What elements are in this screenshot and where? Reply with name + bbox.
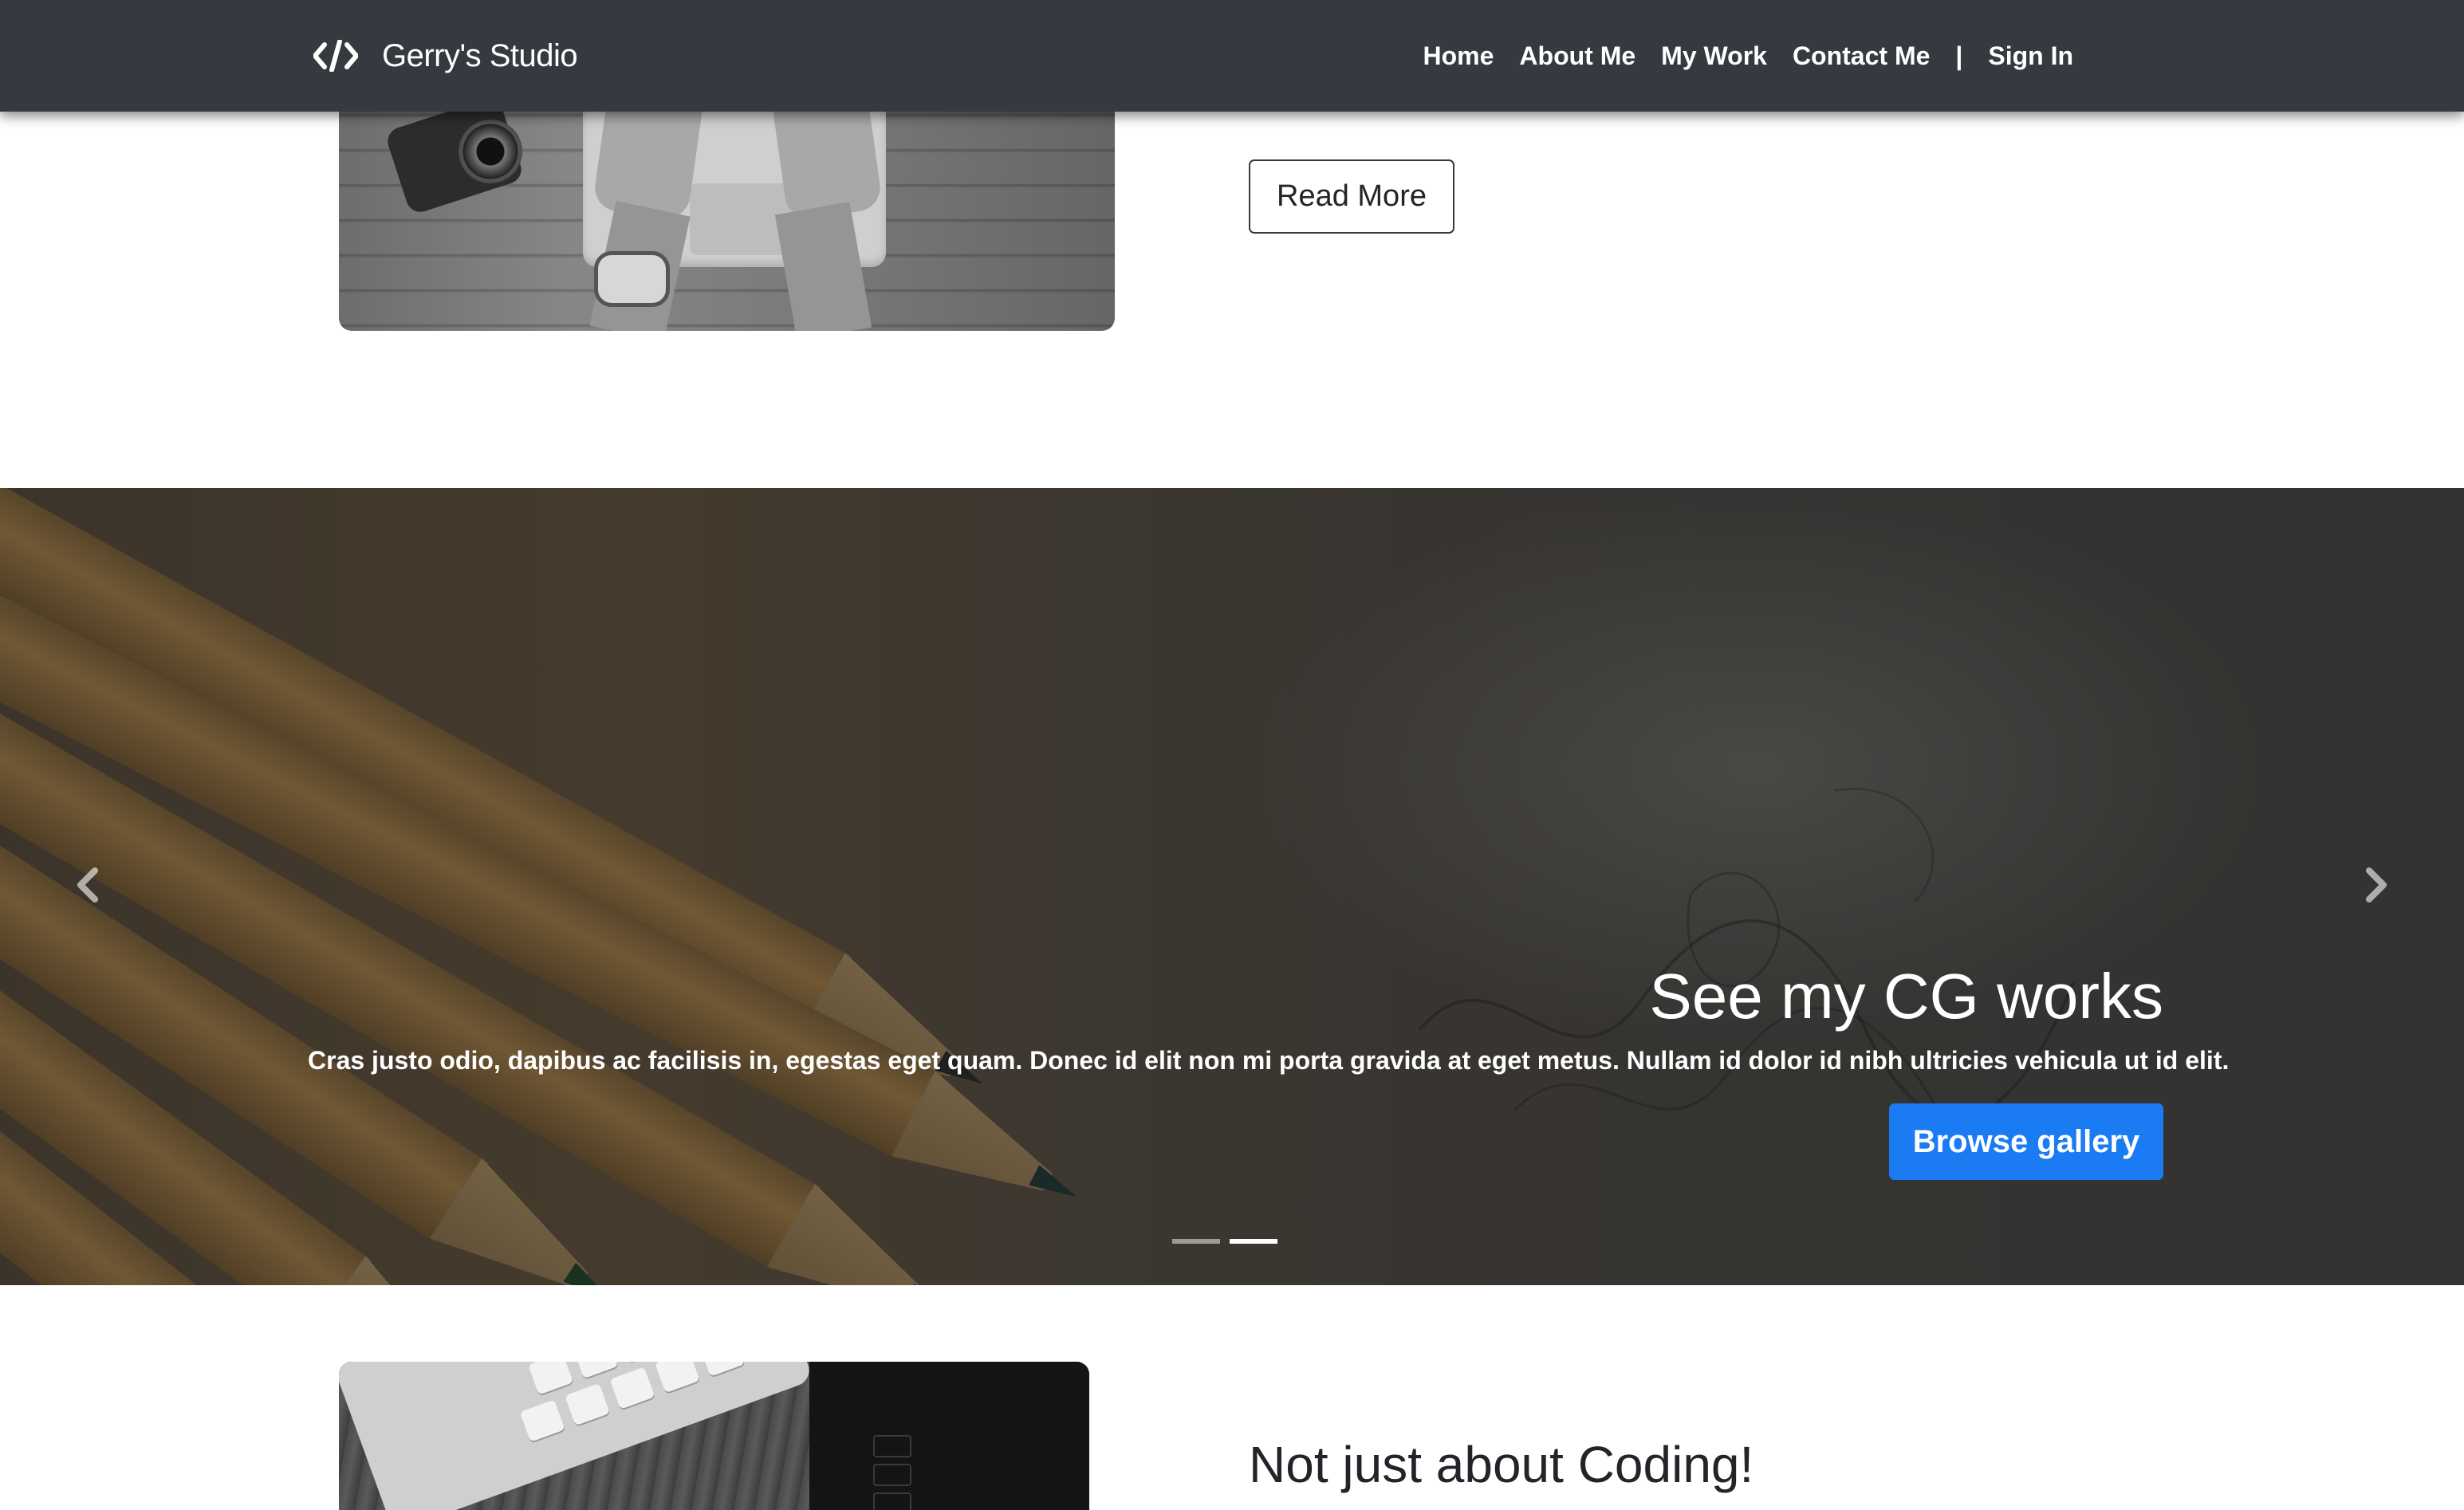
- carousel-indicator-1[interactable]: [1172, 1239, 1220, 1244]
- carousel-slide-text: Cras justo odio, dapibus ac facilisis in…: [308, 1046, 2230, 1075]
- nav-link-sign-in[interactable]: Sign In: [1988, 41, 2073, 71]
- featurette-image-keyboard: [339, 1362, 1089, 1510]
- nav-link-contact-me[interactable]: Contact Me: [1793, 41, 1930, 71]
- navbar: Gerry's Studio Home About Me My Work Con…: [0, 0, 2464, 112]
- carousel-slide-title: See my CG works: [1649, 961, 2163, 1032]
- carousel-caption: See my CG works Cras justo odio, dapibus…: [308, 958, 2230, 1180]
- carousel-indicator-2[interactable]: [1230, 1239, 1277, 1244]
- nav-link-home[interactable]: Home: [1423, 41, 1494, 71]
- drawing-tablet-shape: [809, 1362, 1089, 1510]
- carousel-next-control[interactable]: [2289, 488, 2464, 1285]
- chevron-right-icon: [2363, 867, 2390, 906]
- chevron-left-icon: [74, 867, 101, 906]
- camera-lens-shape: [459, 120, 522, 183]
- carousel: See my CG works Cras justo odio, dapibus…: [0, 488, 2464, 1285]
- carousel-prev-control[interactable]: [0, 488, 175, 1285]
- code-icon: [313, 40, 358, 72]
- nav-separator: |: [1955, 41, 1963, 70]
- nav-link-my-work[interactable]: My Work: [1661, 41, 1767, 71]
- watch-shape: [594, 251, 670, 307]
- brand-link[interactable]: Gerry's Studio: [313, 0, 578, 112]
- carousel-indicators: [1172, 1239, 1287, 1244]
- brand-name: Gerry's Studio: [382, 37, 578, 73]
- read-more-button[interactable]: Read More: [1249, 159, 1454, 234]
- nav-links: Home About Me My Work Contact Me | Sign …: [1398, 0, 2073, 112]
- browse-gallery-button[interactable]: Browse gallery: [1889, 1103, 2163, 1180]
- nav-link-about-me[interactable]: About Me: [1519, 41, 1635, 71]
- featurette-heading: Not just about Coding!: [1249, 1436, 1754, 1493]
